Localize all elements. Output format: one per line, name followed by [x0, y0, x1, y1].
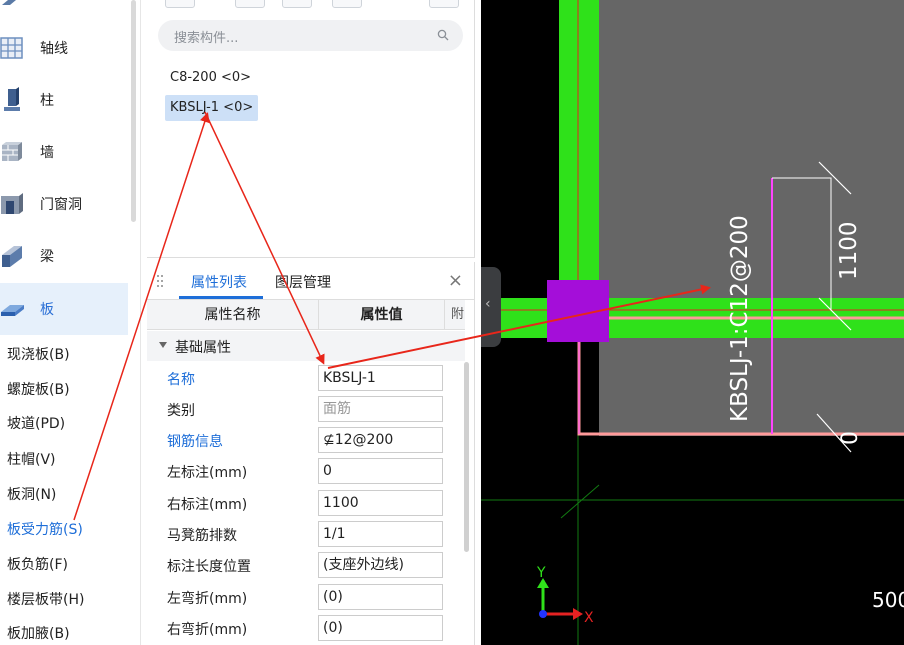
rebar-label[interactable]: KBSLJ-1:C12@200	[727, 162, 763, 422]
property-label: 右标注(mm)	[167, 497, 248, 513]
table-row: 类别 面筋	[147, 393, 465, 424]
door-window-icon	[1, 193, 23, 214]
column-icon	[4, 87, 20, 111]
drag-handle-icon[interactable]	[156, 273, 164, 289]
properties-tabbar: 属性列表 图层管理 ×	[147, 262, 475, 300]
tab-layer-management[interactable]: 图层管理	[275, 272, 331, 292]
sub-item-spiral-slab[interactable]: 螺旋板(B)	[7, 380, 70, 400]
sub-item-column-cap[interactable]: 柱帽(V)	[7, 450, 56, 470]
axis-y-label: Y	[536, 565, 546, 581]
chevron-left-icon: ‹	[485, 296, 491, 312]
dimension-left-label[interactable]: 0	[838, 431, 863, 445]
delete-component-button[interactable]	[282, 0, 312, 8]
slab-icon	[1, 305, 24, 316]
table-row: 钢筋信息 ⊈12@200	[147, 424, 465, 455]
table-row: 名称 KBSLJ-1	[147, 362, 465, 393]
property-label: 名称	[167, 372, 195, 388]
search-icon[interactable]	[437, 29, 449, 41]
table-row: 标注长度位置 (支座外边线)	[147, 549, 465, 580]
property-value-category: 面筋	[318, 396, 443, 422]
property-value-right-bend[interactable]: (0)	[318, 615, 443, 641]
property-value-rebar-info[interactable]: ⊈12@200	[318, 427, 443, 453]
wall-icon	[2, 142, 22, 161]
header-extra: 附	[451, 307, 465, 322]
sub-item-slab-haunch[interactable]: 板加腋(B)	[7, 624, 70, 644]
column-square[interactable]	[547, 280, 609, 342]
nav-item-slab[interactable]: 板	[0, 283, 128, 335]
property-label: 钢筋信息	[167, 434, 223, 450]
nav-item-wall[interactable]: 墙	[0, 126, 128, 178]
properties-scrollbar[interactable]	[464, 362, 469, 552]
table-row: 马凳筋排数 1/1	[147, 518, 465, 549]
left-nav: 轴线 柱 墙 门窗洞 梁 板 现浇板(B) 螺旋板(B) 坡道(PD) 柱帽(V…	[0, 0, 141, 645]
search-box[interactable]: 搜索构件...	[158, 20, 463, 51]
component-item[interactable]: C8-200 <0>	[165, 65, 256, 91]
property-value-dim-position[interactable]: (支座外边线)	[318, 552, 443, 578]
table-row: 右标注(mm) 1100	[147, 487, 465, 518]
tab-property-list[interactable]: 属性列表	[191, 272, 247, 292]
sub-item-cast-slab[interactable]: 现浇板(B)	[7, 345, 70, 365]
axis-grid-icon	[0, 37, 23, 59]
canvas-drawing: Y X	[481, 0, 904, 645]
floor-icon	[2, 0, 16, 5]
properties-panel: 属性列表 图层管理 × 属性名称 属性值 附 基础属性 名称 KBSLJ-1 类…	[147, 262, 475, 645]
property-label: 标注长度位置	[167, 559, 251, 575]
nav-scrollbar[interactable]	[131, 0, 136, 222]
property-label: 类别	[167, 403, 195, 419]
dimension-right-label[interactable]: 1100	[836, 221, 862, 280]
component-item-selected[interactable]: KBSLJ-1 <0>	[165, 95, 259, 121]
filter-component-button[interactable]	[332, 0, 362, 8]
header-property-value: 属性值	[319, 300, 445, 330]
axis-x-label: X	[584, 610, 594, 626]
copy-component-button[interactable]	[235, 0, 265, 8]
close-icon[interactable]: ×	[448, 270, 463, 291]
nav-item-beam[interactable]: 梁	[0, 230, 128, 282]
header-property-name: 属性名称	[147, 300, 319, 330]
sub-item-negative-rebar[interactable]: 板负筋(F)	[7, 555, 68, 575]
nav-item-door-window[interactable]: 门窗洞	[0, 178, 128, 230]
search-input[interactable]: 搜索构件...	[174, 27, 238, 46]
table-row: 左标注(mm) 0	[147, 455, 465, 486]
nav-item-column[interactable]: 柱	[0, 74, 128, 126]
property-value-left-bend[interactable]: (0)	[318, 584, 443, 610]
property-value-left-dim[interactable]: 0	[318, 458, 443, 484]
sub-item-ramp[interactable]: 坡道(PD)	[7, 414, 65, 434]
beam-vertical[interactable]	[559, 0, 599, 300]
component-panel: 搜索构件... C8-200 <0> KBSLJ-1 <0>	[147, 0, 475, 258]
beam-icon	[2, 246, 22, 267]
active-tab-indicator	[179, 296, 263, 299]
property-value-chair-rows[interactable]: 1/1	[318, 521, 443, 547]
new-component-button[interactable]	[165, 0, 195, 8]
nav-item-axis[interactable]: 轴线	[0, 22, 128, 74]
properties-table-header: 属性名称 属性值 附	[147, 300, 465, 330]
sub-item-slab-hole[interactable]: 板洞(N)	[7, 485, 56, 505]
property-value-right-dim[interactable]: 1100	[318, 490, 443, 516]
property-label: 马凳筋排数	[167, 528, 237, 544]
scale-text: 500	[872, 588, 904, 612]
property-label: 左弯折(mm)	[167, 591, 248, 607]
more-options-button[interactable]	[429, 0, 459, 8]
property-value-name[interactable]: KBSLJ-1	[318, 365, 443, 391]
property-label: 右弯折(mm)	[167, 622, 248, 638]
table-row: 右弯折(mm) (0)	[147, 612, 465, 643]
sub-item-slab-rebar[interactable]: 板受力筋(S)	[7, 520, 83, 540]
collapse-triangle-icon[interactable]	[159, 342, 167, 348]
property-label: 左标注(mm)	[167, 465, 248, 481]
table-row: 左弯折(mm) (0)	[147, 581, 465, 612]
property-group-basic[interactable]: 基础属性	[147, 331, 465, 361]
collapse-panel-button[interactable]: ‹	[481, 267, 501, 347]
drawing-canvas[interactable]: Y X	[481, 0, 904, 645]
sub-item-slab-strip[interactable]: 楼层板带(H)	[7, 590, 84, 610]
